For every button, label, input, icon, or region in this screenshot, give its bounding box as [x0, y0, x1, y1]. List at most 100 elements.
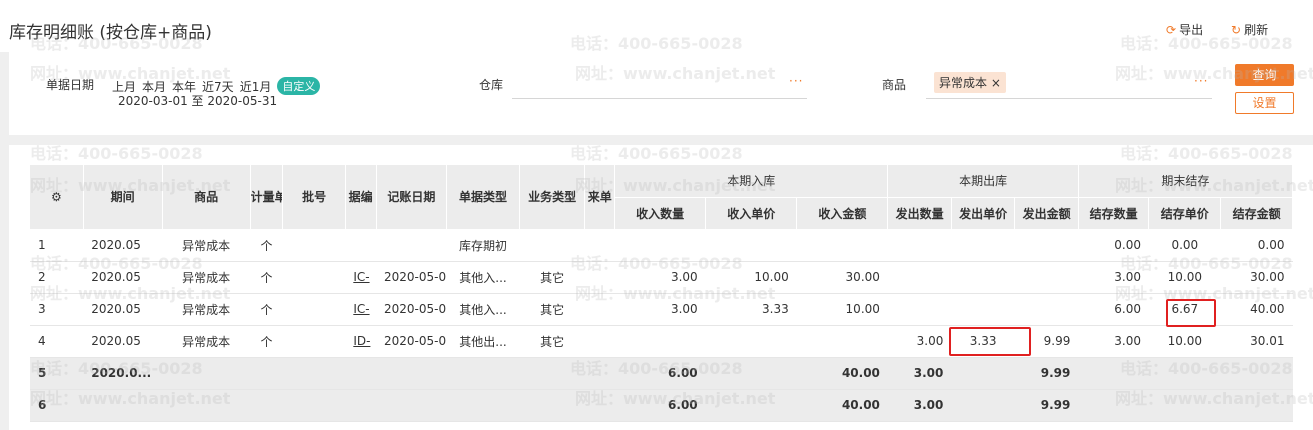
setting-button[interactable]: 设置	[1235, 92, 1294, 114]
header-in-qty[interactable]: 收入数量	[614, 197, 707, 230]
summary-row[interactable]: 6 6.00 40.00 3.00 9.99	[30, 389, 1293, 422]
cell-out-qty: 3.00	[887, 389, 952, 422]
export-icon: ⟳	[1166, 22, 1177, 37]
refresh-icon: ↻	[1231, 22, 1242, 37]
header-end-amt[interactable]: 结存金额	[1220, 197, 1293, 230]
cell-product: 异常成本	[162, 229, 251, 262]
cell-biz-type: 其它	[519, 325, 585, 358]
cell-unit: 个	[250, 325, 283, 358]
row-number: 2	[30, 261, 84, 294]
cell-post-date: 2020-05-06	[376, 293, 447, 326]
cell-in-amt: 10.00	[796, 293, 888, 326]
cell-end-qty: 3.00	[1078, 325, 1149, 358]
cell-from-unit	[584, 389, 615, 422]
warehouse-more-icon[interactable]: ···	[789, 74, 803, 88]
cell-end-qty: 6.00	[1078, 293, 1149, 326]
cell-biz-type: 其它	[519, 261, 585, 294]
cell-period: 2020.05	[83, 261, 163, 294]
header-in-amt[interactable]: 收入金额	[796, 197, 889, 230]
header-group-out: 本期出库	[887, 165, 1079, 198]
cell-end-price: 6.67	[1148, 293, 1221, 326]
cell-in-price	[705, 389, 797, 422]
cell-out-amt	[1014, 293, 1079, 326]
cell-unit: 个	[250, 229, 283, 262]
cell-post-date	[376, 389, 447, 422]
cell-in-qty: 6.00	[614, 357, 706, 390]
cell-product: 异常成本	[162, 325, 251, 358]
ledger-table: ⚙ 期间 商品 计量单 批号 据编 记账日期 单据类型 业务类型 来单 本期入库…	[30, 165, 1294, 422]
cell-doc-no[interactable]	[345, 389, 377, 422]
cell-in-price: 3.33	[705, 293, 797, 326]
cell-biz-type	[519, 229, 585, 262]
header-out-qty[interactable]: 发出数量	[887, 197, 952, 230]
cell-product	[162, 357, 251, 390]
refresh-label: 刷新	[1244, 23, 1269, 37]
column-settings-header[interactable]: ⚙	[30, 165, 84, 230]
cell-doc-no[interactable]: ID-	[345, 325, 377, 358]
row-number: 5	[30, 357, 84, 390]
refresh-button[interactable]: ↻ 刷新	[1231, 21, 1268, 38]
header-out-price[interactable]: 发出单价	[951, 197, 1016, 230]
cell-out-price: 3.33	[951, 325, 1015, 358]
header-batch[interactable]: 批号	[282, 165, 346, 230]
header-from-unit[interactable]: 来单	[584, 165, 616, 230]
cell-end-price: 0.00	[1148, 229, 1221, 262]
cell-end-qty: 0.00	[1078, 229, 1149, 262]
row-number: 6	[30, 389, 84, 422]
cell-in-qty: 3.00	[614, 261, 706, 294]
product-label: 商品	[882, 78, 907, 92]
header-doc-no[interactable]: 据编	[345, 165, 377, 230]
cell-out-amt: 9.99	[1014, 389, 1079, 422]
table-row[interactable]: 32020.05异常成本个 IC-2020-05-06其他入...其它 3.003.…	[30, 293, 1293, 326]
table-row[interactable]: 22020.05异常成本个IC-2020-05-06其他入...其它3.0010…	[30, 261, 1293, 294]
product-more-icon[interactable]: ···	[1194, 74, 1208, 88]
header-biz-type[interactable]: 业务类型	[519, 165, 586, 230]
cell-product: 异常成本	[162, 293, 251, 326]
cell-out-amt: 9.99	[1014, 325, 1079, 358]
warehouse-input[interactable]	[512, 98, 807, 99]
cell-out-price	[951, 229, 1015, 262]
summary-row[interactable]: 5 2020.0... 6.00 40.00 3.00 9.99	[30, 357, 1293, 390]
cell-period	[83, 389, 163, 422]
cell-in-price	[705, 357, 797, 390]
header-end-price[interactable]: 结存单价	[1148, 197, 1222, 230]
cell-batch	[282, 389, 346, 422]
product-input[interactable]	[926, 98, 1212, 99]
header-group-in: 本期入库	[614, 165, 889, 198]
cell-doc-no[interactable]	[345, 229, 377, 262]
cell-out-qty: 3.00	[887, 325, 952, 358]
export-button[interactable]: ⟳ 导出	[1166, 21, 1203, 38]
cell-post-date	[376, 229, 447, 262]
cell-batch	[282, 229, 346, 262]
row-number: 1	[30, 229, 84, 262]
cell-out-qty	[887, 229, 952, 262]
header-end-qty[interactable]: 结存数量	[1078, 197, 1150, 230]
row-number: 4	[30, 325, 84, 358]
cell-out-price	[951, 261, 1015, 294]
header-unit[interactable]: 计量单	[250, 165, 284, 230]
cell-in-amt: 30.00	[796, 261, 888, 294]
cell-end-qty	[1078, 357, 1149, 390]
cell-doc-no[interactable]	[345, 357, 377, 390]
header-doc-type[interactable]: 单据类型	[446, 165, 520, 230]
cell-doc-no[interactable]: IC-	[345, 293, 377, 326]
header-out-amt[interactable]: 发出金额	[1014, 197, 1079, 230]
cell-out-qty: 3.00	[887, 357, 952, 390]
header-product[interactable]: 商品	[162, 165, 251, 230]
cell-doc-no[interactable]: IC-	[345, 261, 377, 294]
cell-unit: 个	[250, 293, 283, 326]
cell-batch	[282, 357, 346, 390]
cell-in-amt	[796, 229, 888, 262]
header-post-date[interactable]: 记账日期	[376, 165, 448, 230]
product-tag[interactable]: 异常成本 ×	[934, 72, 1006, 93]
quick-date-custom[interactable]: 自定义	[277, 77, 321, 95]
cell-out-qty	[887, 293, 952, 326]
date-range-value[interactable]: 2020-03-01 至 2020-05-31	[118, 92, 277, 109]
table-row[interactable]: 1 2020.05 异常成本个库存期初 0.00 0.00 0.00	[30, 229, 1293, 262]
table-row[interactable]: 42020.05异常成本个ID-2020-05-06其他出...其它3.003.…	[30, 325, 1293, 358]
cell-in-qty: 3.00	[614, 293, 706, 326]
header-period[interactable]: 期间	[83, 165, 163, 230]
gear-icon[interactable]: ⚙	[51, 190, 62, 204]
header-in-price[interactable]: 收入单价	[705, 197, 798, 230]
query-button[interactable]: 查询	[1235, 64, 1294, 86]
